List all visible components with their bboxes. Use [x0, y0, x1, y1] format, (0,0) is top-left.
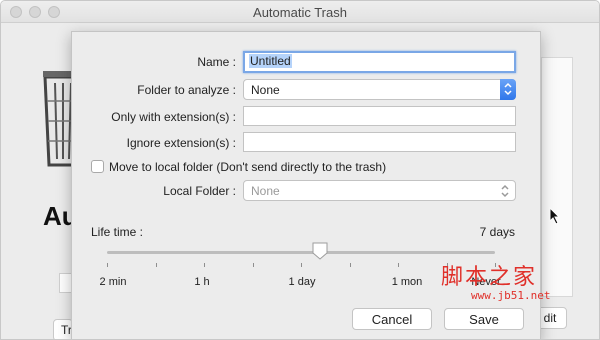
name-value: Untitled	[249, 54, 292, 68]
name-field[interactable]: Untitled	[243, 51, 516, 73]
folder-select-value: None	[251, 83, 280, 97]
select-arrows-icon	[500, 79, 516, 100]
slider-tick-label: 1 day	[288, 276, 316, 288]
lifetime-label: Life time :	[91, 225, 144, 239]
slider-tick	[350, 263, 351, 267]
slider-tick	[253, 263, 254, 267]
window-title: Automatic Trash	[253, 5, 347, 20]
local-folder-value: None	[251, 184, 280, 198]
move-local-checkbox[interactable]	[91, 160, 104, 173]
select-arrows-icon	[501, 184, 509, 198]
lifetime-slider-thumb[interactable]	[312, 242, 328, 260]
move-local-label: Move to local folder (Don't send directl…	[109, 160, 387, 174]
folder-to-analyze-label: Folder to analyze :	[137, 83, 236, 97]
slider-tick	[107, 263, 108, 267]
title-bar: Automatic Trash	[1, 1, 599, 23]
watermark-url: www.jb51.net	[471, 289, 551, 302]
name-label: Name :	[197, 55, 236, 69]
slider-tick	[301, 263, 302, 267]
slider-tick-label: 1 h	[194, 276, 210, 288]
ignore-extensions-field[interactable]	[243, 132, 516, 152]
slider-tick	[204, 263, 205, 267]
slider-tick	[398, 263, 399, 267]
local-folder-label: Local Folder :	[163, 184, 236, 198]
slider-tick-label: 2 min	[99, 276, 127, 288]
slider-tick	[156, 263, 157, 267]
ignore-extensions-label: Ignore extension(s) :	[126, 136, 236, 150]
watermark-text: 脚本之家	[441, 265, 538, 290]
local-folder-select[interactable]: None	[243, 180, 516, 201]
only-extensions-label: Only with extension(s) :	[111, 110, 236, 124]
background-list	[541, 57, 573, 297]
slider-tick-label: 1 mon	[391, 276, 423, 288]
lifetime-slider-track[interactable]	[107, 251, 495, 254]
cancel-button[interactable]: Cancel	[352, 308, 432, 330]
background-left-button[interactable]: Tr	[53, 319, 73, 339]
mouse-pointer-icon	[549, 207, 561, 225]
app-window: Automatic Trash Au Tr dit Name : Untitle…	[0, 0, 600, 340]
lifetime-value: 7 days	[479, 225, 515, 239]
only-extensions-field[interactable]	[243, 106, 516, 126]
save-button[interactable]: Save	[444, 308, 524, 330]
folder-select[interactable]: None	[243, 79, 516, 100]
